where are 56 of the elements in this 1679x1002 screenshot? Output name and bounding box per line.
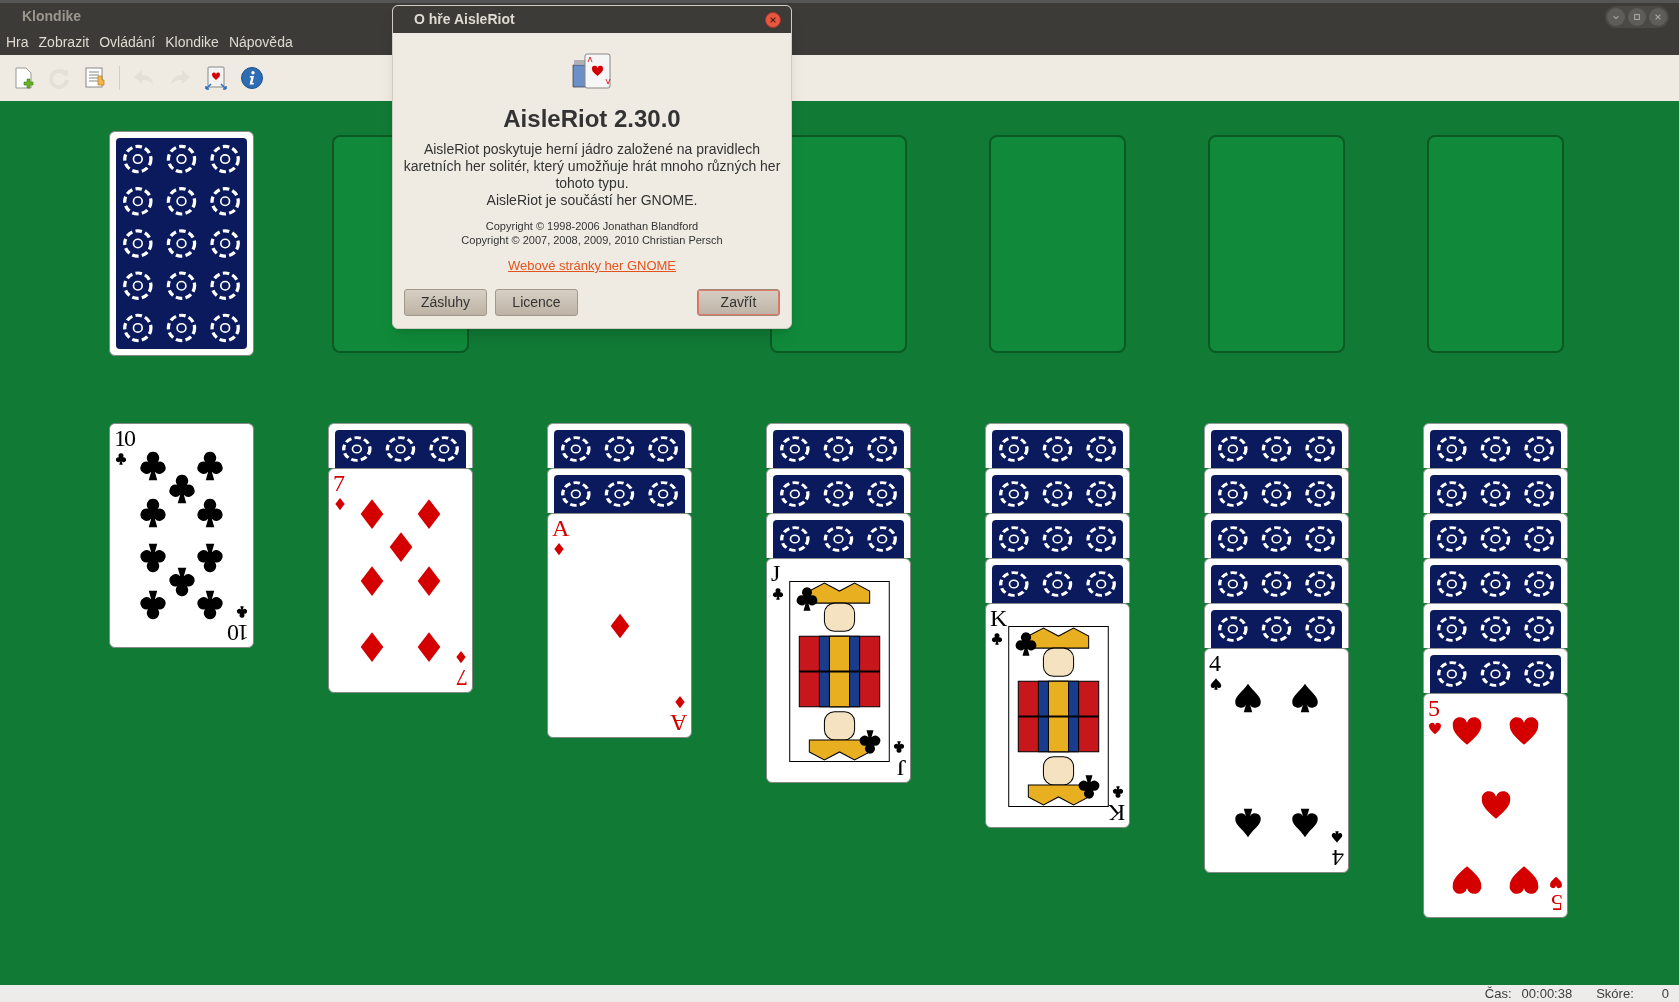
card-rank: 10 bbox=[114, 426, 134, 450]
close-icon bbox=[1654, 12, 1662, 21]
club-icon bbox=[892, 740, 906, 754]
card-rank: A bbox=[671, 711, 687, 735]
card-rank: 10 bbox=[229, 621, 249, 645]
playing-card[interactable]: 10 10 bbox=[109, 423, 254, 648]
diamond-icon bbox=[454, 650, 468, 664]
club-icon bbox=[235, 605, 249, 619]
window-title: Klondike bbox=[22, 7, 82, 26]
card-rank: K bbox=[1109, 801, 1125, 825]
diamond-icon bbox=[673, 695, 687, 709]
playing-card[interactable]: 4 4 bbox=[1204, 648, 1349, 873]
copyright-text: Copyright © 1998-2006 Jonathan Blandford bbox=[485, 219, 699, 233]
playing-card[interactable]: 5 5 bbox=[1423, 693, 1568, 918]
menu-item[interactable]: Hra bbox=[1, 32, 34, 53]
description-text: AisleRiot je součástí her GNOME. bbox=[486, 192, 698, 209]
card-rank: K bbox=[990, 606, 1006, 630]
card-rank: 7 bbox=[333, 471, 343, 495]
dialog-button[interactable]: Zásluhy bbox=[404, 288, 487, 316]
menu-item[interactable]: Zobrazit bbox=[33, 32, 95, 53]
dialog-button[interactable]: Zavřít bbox=[697, 288, 780, 316]
card-rank: 4 bbox=[1209, 651, 1219, 675]
club-icon bbox=[1111, 785, 1125, 799]
card-back[interactable] bbox=[109, 131, 254, 356]
menu-item[interactable]: Nápověda bbox=[223, 32, 298, 53]
dialog-heading: AisleRiot 2.30.0 bbox=[503, 104, 681, 134]
playing-card[interactable]: 7 7 bbox=[328, 468, 473, 693]
menu-item[interactable]: Ovládání bbox=[94, 32, 161, 53]
description-text: AisleRiot poskytuje herní jádro založené na pravidlech karetních her solitér, který umožňuje hrát mnoho různých her tohoto typu. bbox=[403, 141, 781, 192]
playing-card[interactable]: K K bbox=[985, 603, 1130, 828]
card-rank: 5 bbox=[1553, 891, 1563, 915]
score-value: 0 bbox=[1661, 984, 1669, 1002]
card-rank: 4 bbox=[1334, 846, 1344, 870]
card-rank: J bbox=[771, 561, 779, 585]
playing-card[interactable]: J J bbox=[766, 558, 911, 783]
close-button[interactable] bbox=[765, 11, 781, 28]
cards-app-icon bbox=[570, 53, 614, 91]
score-label: Skóre: bbox=[1596, 984, 1634, 1002]
minimize-button[interactable] bbox=[1607, 7, 1625, 26]
card-rank: A bbox=[552, 516, 568, 540]
heart-icon bbox=[1549, 875, 1563, 889]
spade-icon bbox=[1330, 830, 1344, 844]
card-rank: 5 bbox=[1428, 696, 1438, 720]
dialog-button[interactable]: Licence bbox=[495, 288, 578, 316]
copyright-text: Copyright © 2007, 2008, 2009, 2010 Christian Persch bbox=[461, 233, 723, 247]
playing-card[interactable]: A A bbox=[547, 513, 692, 738]
time-value: 00:00:38 bbox=[1521, 984, 1573, 1002]
maximize-icon bbox=[1633, 12, 1641, 21]
time-label: Čas: bbox=[1484, 984, 1512, 1002]
card-rank: 7 bbox=[458, 666, 468, 690]
card-rank: J bbox=[898, 756, 906, 780]
maximize-button[interactable] bbox=[1628, 7, 1646, 26]
menu-item[interactable]: Klondike bbox=[160, 32, 224, 53]
dialog-title: O hře AisleRiot bbox=[414, 10, 515, 29]
close-button[interactable] bbox=[1649, 7, 1667, 26]
close-icon bbox=[769, 15, 777, 24]
